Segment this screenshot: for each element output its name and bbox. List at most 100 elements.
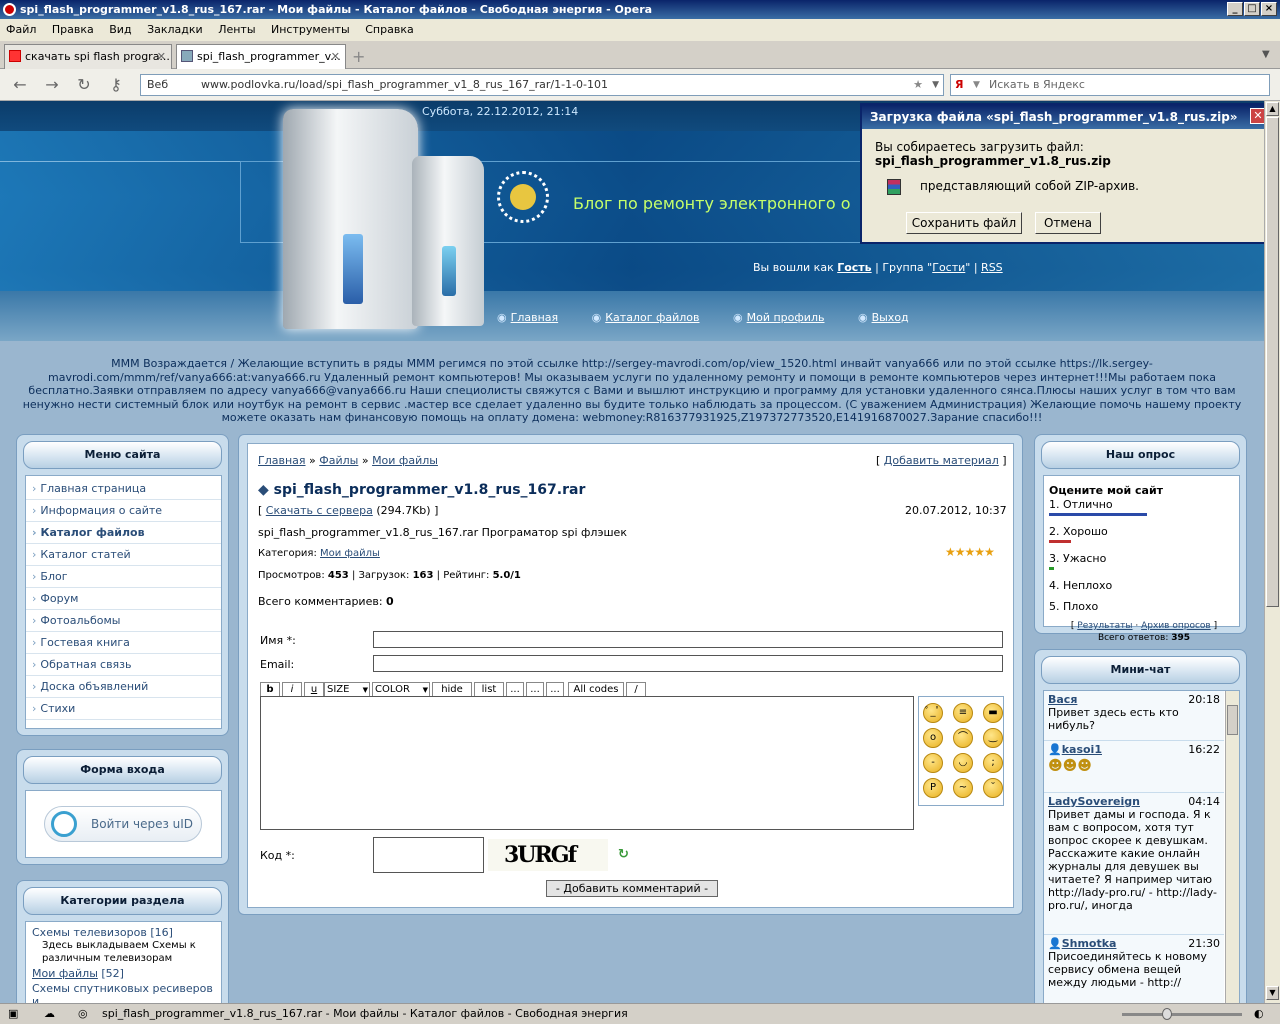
- breadcrumb-my-files[interactable]: Мои файлы: [372, 454, 438, 467]
- bold-button[interactable]: b: [260, 682, 280, 697]
- nav-home[interactable]: Главная: [511, 311, 559, 324]
- poll-results-link[interactable]: Результаты: [1077, 621, 1132, 631]
- menu-item-articles[interactable]: Каталог статей: [26, 544, 221, 566]
- page-scroll-thumb[interactable]: [1266, 117, 1279, 607]
- breadcrumb-files[interactable]: Файлы: [319, 454, 358, 467]
- nav-logout[interactable]: Выход: [872, 311, 909, 324]
- zoom-slider-handle[interactable]: [1162, 1008, 1172, 1020]
- code-button-1[interactable]: ...: [506, 682, 524, 697]
- close-tab-icon[interactable]: ✕: [331, 45, 340, 69]
- speed-dial-icon[interactable]: ◎: [78, 1004, 88, 1024]
- download-link[interactable]: Скачать с сервера: [266, 504, 373, 517]
- menu-file[interactable]: Файл: [6, 23, 36, 36]
- code-button-3[interactable]: ...: [546, 682, 564, 697]
- underline-button[interactable]: u: [304, 682, 324, 697]
- zoom-icon[interactable]: ◐: [1254, 1004, 1264, 1024]
- back-arrow-icon[interactable]: ←: [10, 76, 30, 94]
- comment-textarea[interactable]: [260, 696, 914, 830]
- angry-smiley-icon[interactable]: ﾟ_ﾟ: [923, 703, 943, 723]
- surprised-smiley-icon[interactable]: o: [923, 728, 943, 748]
- forward-arrow-icon[interactable]: →: [42, 76, 62, 94]
- confused-smiley-icon[interactable]: ~: [953, 778, 973, 798]
- menu-item-photos[interactable]: Фотоальбомы: [26, 610, 221, 632]
- maximize-button[interactable]: □: [1244, 2, 1260, 16]
- sad-smiley-icon[interactable]: ⌒: [953, 728, 973, 748]
- poll-archive-link[interactable]: Архив опросов: [1141, 621, 1211, 631]
- url-dropdown-icon[interactable]: ▼: [932, 75, 939, 95]
- category-item[interactable]: Схемы телевизоров [16]: [32, 926, 221, 939]
- tab-search[interactable]: скачать spi flash progra... ✕: [4, 44, 172, 69]
- code-button-2[interactable]: ...: [526, 682, 544, 697]
- category-item[interactable]: Схемы спутниковых ресиверов и: [32, 982, 221, 1003]
- neutral-smiley-icon[interactable]: -: [923, 753, 943, 773]
- panel-toggle-icon[interactable]: ▣: [8, 1004, 18, 1024]
- name-input[interactable]: [373, 631, 1003, 648]
- tongue-smiley-icon[interactable]: P: [923, 778, 943, 798]
- chat-user[interactable]: LadySovereign: [1048, 795, 1140, 808]
- reload-icon[interactable]: ↻: [74, 76, 94, 94]
- list-button[interactable]: list: [474, 682, 504, 697]
- cancel-button[interactable]: Отмена: [1035, 212, 1101, 234]
- grin-smiley-icon[interactable]: ≡: [953, 703, 973, 723]
- category-item[interactable]: Мои файлы [52]: [32, 967, 221, 980]
- category-name[interactable]: Мои файлы: [32, 967, 98, 980]
- menu-item-blog[interactable]: Блог: [26, 566, 221, 588]
- uid-login-button[interactable]: Войти через uID: [44, 806, 202, 842]
- chat-user[interactable]: kasoi1: [1062, 743, 1102, 756]
- close-tab-icon[interactable]: ✕: [157, 45, 166, 69]
- nav-file-catalog[interactable]: Каталог файлов: [605, 311, 699, 324]
- url-field[interactable]: Веб www.podlovka.ru/load/spi_flash_progr…: [140, 74, 944, 96]
- tab-current[interactable]: spi_flash_programmer_v... ✕: [176, 44, 346, 70]
- smile-smiley-icon[interactable]: ◡: [953, 753, 973, 773]
- user-link[interactable]: Гость: [837, 261, 871, 274]
- zoom-slider[interactable]: [1122, 1013, 1242, 1016]
- breadcrumb-home[interactable]: Главная: [258, 454, 306, 467]
- smirk-smiley-icon[interactable]: ˘: [983, 778, 1003, 798]
- menu-feeds[interactable]: Ленты: [218, 23, 255, 36]
- menu-item-forum[interactable]: Форум: [26, 588, 221, 610]
- scroll-up-icon[interactable]: ▲: [1266, 102, 1279, 116]
- add-comment-button[interactable]: - Добавить комментарий -: [546, 880, 718, 897]
- refresh-captcha-icon[interactable]: ↻: [618, 847, 629, 862]
- menu-item-files[interactable]: Каталог файлов: [26, 522, 221, 544]
- menu-item-poems[interactable]: Стихи: [26, 698, 221, 720]
- minimize-button[interactable]: _: [1227, 2, 1243, 16]
- chat-user[interactable]: Вася: [1048, 693, 1077, 706]
- new-tab-icon[interactable]: +: [352, 47, 365, 66]
- chat-user[interactable]: Shmotka: [1062, 937, 1117, 950]
- page-scrollbar[interactable]: ▲ ▼: [1264, 101, 1280, 1003]
- chat-scrollbar[interactable]: [1225, 691, 1239, 1003]
- happy-smiley-icon[interactable]: ‿: [983, 728, 1003, 748]
- add-material-link[interactable]: Добавить материал: [884, 454, 999, 467]
- cool-smiley-icon[interactable]: ▬: [983, 703, 1003, 723]
- category-name[interactable]: Схемы телевизоров: [32, 926, 147, 939]
- color-select[interactable]: COLOR ▼: [372, 682, 430, 697]
- hide-button[interactable]: hide: [432, 682, 472, 697]
- close-window-button[interactable]: ×: [1261, 2, 1277, 16]
- captcha-input[interactable]: [373, 837, 484, 873]
- chat-scroll-thumb[interactable]: [1227, 705, 1238, 735]
- nav-profile[interactable]: Мой профиль: [747, 311, 825, 324]
- bookmark-star-icon[interactable]: ★: [913, 75, 923, 95]
- search-field[interactable]: Я ▼ Искать в Яндекс: [950, 74, 1270, 96]
- close-tags-button[interactable]: /: [626, 682, 646, 697]
- menu-item-feedback[interactable]: Обратная связь: [26, 654, 221, 676]
- key-icon[interactable]: ⚷: [106, 76, 126, 94]
- italic-button[interactable]: i: [282, 682, 302, 697]
- category-link[interactable]: Мои файлы: [320, 548, 380, 559]
- email-input[interactable]: [373, 655, 1003, 672]
- menu-tools[interactable]: Инструменты: [271, 23, 350, 36]
- menu-item-home[interactable]: Главная страница: [26, 478, 221, 500]
- menu-help[interactable]: Справка: [365, 23, 413, 36]
- menu-view[interactable]: Вид: [109, 23, 131, 36]
- size-select[interactable]: SIZE ▼: [324, 682, 370, 697]
- menu-item-board[interactable]: Доска объявлений: [26, 676, 221, 698]
- cloud-icon[interactable]: ☁: [44, 1004, 55, 1024]
- all-codes-button[interactable]: All codes: [568, 682, 624, 697]
- rss-link[interactable]: RSS: [981, 261, 1003, 274]
- group-link[interactable]: Гости: [932, 261, 965, 274]
- menu-item-info[interactable]: Информация о сайте: [26, 500, 221, 522]
- tab-menu-icon[interactable]: ▼: [1262, 49, 1270, 60]
- scroll-down-icon[interactable]: ▼: [1266, 986, 1279, 1000]
- wink-smiley-icon[interactable]: ;: [983, 753, 1003, 773]
